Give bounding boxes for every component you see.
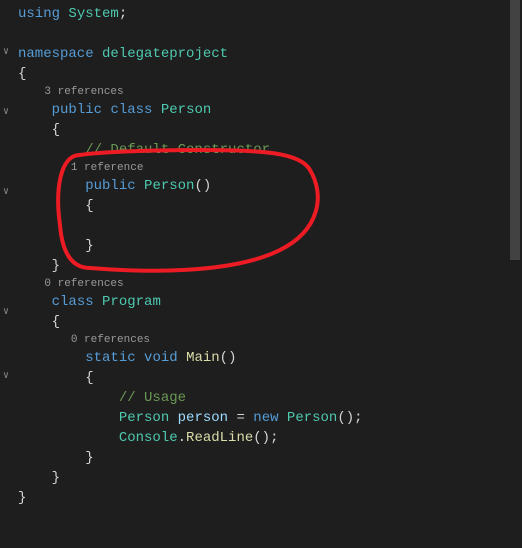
parens-semi: (); <box>337 410 362 426</box>
fn-readline: ReadLine <box>186 430 253 446</box>
scroll-thumb[interactable] <box>510 0 520 260</box>
comment-usage: // Usage <box>119 390 186 406</box>
codelens-refs[interactable]: 0 references <box>71 334 150 346</box>
kw-new: new <box>253 410 278 426</box>
type-person: Person <box>119 410 169 426</box>
fold-toggle-icon[interactable]: ∨ <box>3 46 9 58</box>
brace: } <box>85 238 93 254</box>
semi: ; <box>119 6 127 22</box>
kw-class: class <box>110 102 152 118</box>
cls-program: Program <box>102 294 161 310</box>
fn-main: Main <box>186 350 220 366</box>
brace: } <box>52 470 60 486</box>
eq: = <box>228 410 253 426</box>
ctor-call: Person <box>287 410 337 426</box>
kw-public: public <box>85 178 135 194</box>
brace: } <box>52 258 60 274</box>
ns-system: System <box>68 6 118 22</box>
fold-gutter: ∨ ∨ ∨ ∨ ∨ <box>0 0 18 548</box>
kw-static: static <box>85 350 135 366</box>
fold-toggle-icon[interactable]: ∨ <box>3 106 9 118</box>
fold-toggle-icon[interactable]: ∨ <box>3 186 9 198</box>
vertical-scrollbar[interactable] <box>508 0 522 548</box>
parens-semi: (); <box>253 430 278 446</box>
brace: { <box>18 66 26 82</box>
dot: . <box>178 430 186 446</box>
ctor-person: Person <box>144 178 194 194</box>
comment-ctor: // Default Constructor <box>85 142 270 158</box>
codelens-refs[interactable]: 0 references <box>44 278 123 290</box>
codelens-refs[interactable]: 3 references <box>44 86 123 98</box>
kw-class: class <box>52 294 94 310</box>
brace: { <box>85 370 93 386</box>
cls-person: Person <box>161 102 211 118</box>
brace: { <box>52 122 60 138</box>
parens: () <box>220 350 237 366</box>
parens: () <box>194 178 211 194</box>
brace: } <box>85 450 93 466</box>
brace: { <box>52 314 60 330</box>
kw-void: void <box>144 350 178 366</box>
fold-toggle-icon[interactable]: ∨ <box>3 306 9 318</box>
var-person: person <box>178 410 228 426</box>
brace: } <box>18 490 26 506</box>
kw-using: using <box>18 6 60 22</box>
cls-console: Console <box>119 430 178 446</box>
fold-toggle-icon[interactable]: ∨ <box>3 370 9 382</box>
kw-public: public <box>52 102 102 118</box>
brace: { <box>85 198 93 214</box>
code-editor[interactable]: using System; namespace delegateproject … <box>0 0 522 508</box>
ns-name: delegateproject <box>102 46 228 62</box>
codelens-refs[interactable]: 1 reference <box>71 162 144 174</box>
kw-namespace: namespace <box>18 46 94 62</box>
